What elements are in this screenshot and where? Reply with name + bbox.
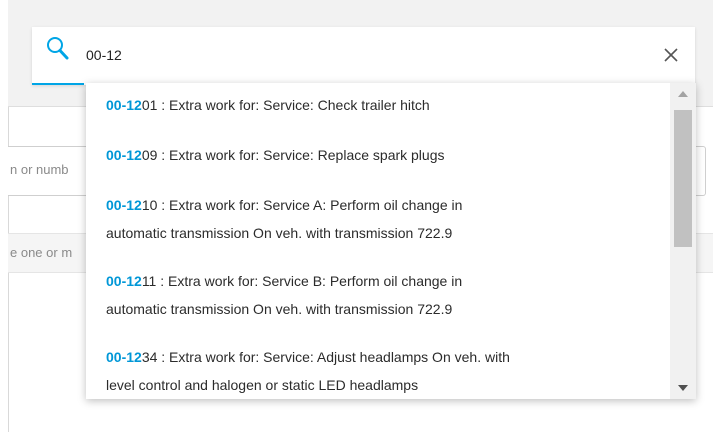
scroll-down-arrow-icon[interactable] bbox=[670, 377, 696, 399]
match-highlight: 00-12 bbox=[106, 97, 142, 113]
result-text-continued: level control and halogen or static LED … bbox=[106, 377, 419, 393]
list-item[interactable]: 00-1211 : Extra work for: Service B: Per… bbox=[106, 267, 666, 323]
match-highlight: 00-12 bbox=[106, 349, 142, 365]
search-bar bbox=[32, 27, 695, 85]
list-item[interactable]: 00-1201 : Extra work for: Service: Check… bbox=[106, 91, 666, 119]
match-highlight: 00-12 bbox=[106, 273, 142, 289]
result-text: 09 : Extra work for: Service: Replace sp… bbox=[141, 147, 445, 163]
result-text: 11 : Extra work for: Service B: Perform … bbox=[141, 273, 463, 289]
search-focus-underline bbox=[32, 83, 84, 85]
result-text-continued: automatic transmission On veh. with tran… bbox=[106, 301, 453, 317]
scroll-up-arrow-icon[interactable] bbox=[670, 83, 696, 105]
scrollbar-thumb[interactable] bbox=[674, 110, 692, 247]
match-highlight: 00-12 bbox=[106, 147, 142, 163]
search-icon[interactable] bbox=[46, 36, 70, 62]
search-input[interactable] bbox=[86, 47, 646, 63]
background-field-placeholder: n or numb bbox=[10, 162, 69, 177]
result-text-continued: automatic transmission On veh. with tran… bbox=[106, 225, 453, 241]
list-item[interactable]: 00-1209 : Extra work for: Service: Repla… bbox=[106, 141, 666, 169]
dropdown-scrollbar[interactable] bbox=[670, 83, 696, 399]
autocomplete-dropdown: 00-1201 : Extra work for: Service: Check… bbox=[86, 83, 696, 399]
list-item[interactable]: 00-1210 : Extra work for: Service A: Per… bbox=[106, 191, 666, 247]
result-text: 10 : Extra work for: Service A: Perform … bbox=[141, 197, 463, 213]
background-filter-placeholder: e one or m bbox=[10, 245, 73, 260]
match-highlight: 00-12 bbox=[106, 197, 142, 213]
list-item[interactable]: 00-1234 : Extra work for: Service: Adjus… bbox=[106, 343, 666, 399]
result-text: 01 : Extra work for: Service: Check trai… bbox=[141, 97, 430, 113]
results-list: 00-1201 : Extra work for: Service: Check… bbox=[86, 83, 668, 399]
close-icon[interactable] bbox=[663, 47, 679, 63]
result-text: 34 : Extra work for: Service: Adjust hea… bbox=[141, 349, 510, 365]
